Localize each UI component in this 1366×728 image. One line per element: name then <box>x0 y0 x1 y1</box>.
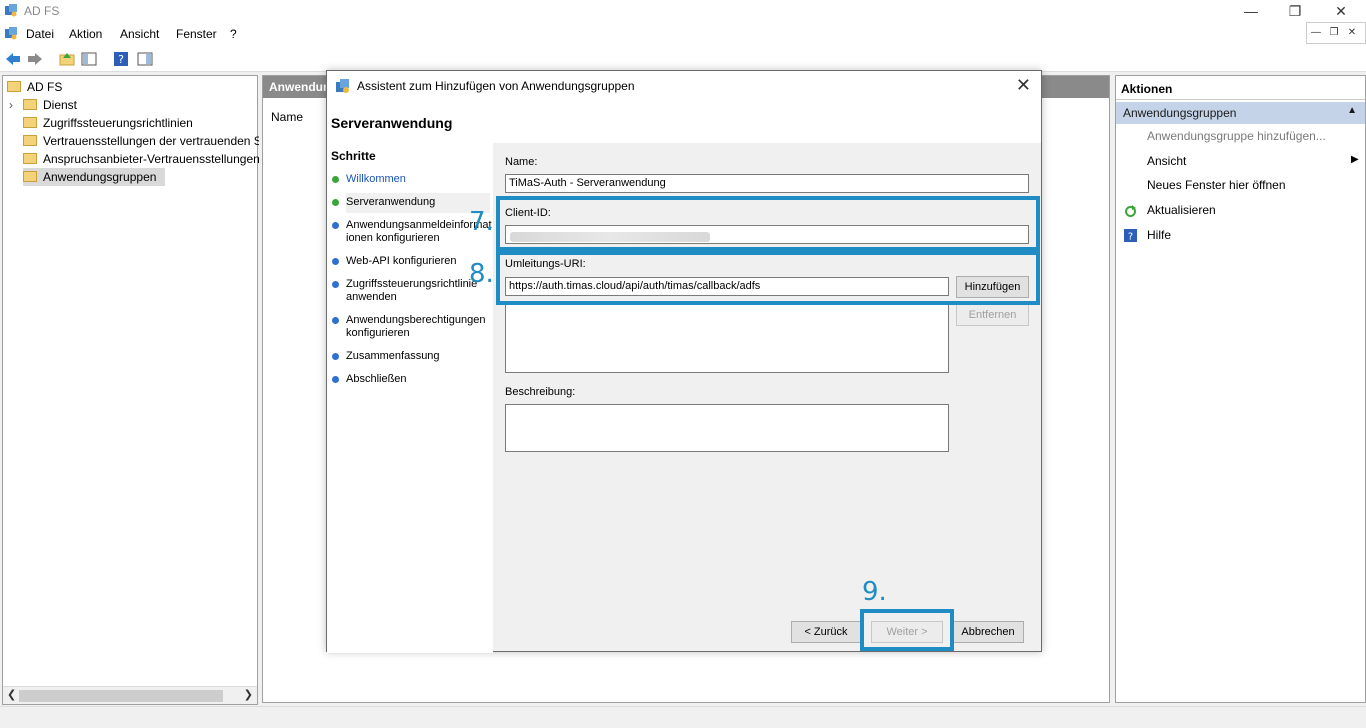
annotation-step-8: 8. <box>469 259 494 289</box>
collapse-triangle-icon[interactable]: ▲ <box>1347 105 1357 116</box>
action-help[interactable]: Hilfe <box>1147 228 1171 242</box>
actions-section-anwendungsgruppen[interactable]: Anwendungsgruppen ▲ <box>1116 102 1365 124</box>
menu-ansicht[interactable]: Ansicht <box>120 27 159 41</box>
highlight-redirect-uri <box>496 251 1040 305</box>
mdi-close-button[interactable]: ✕ <box>1343 23 1361 43</box>
step-permissions: Anwendungsberechtigungen konfigurieren <box>332 314 490 340</box>
back-arrow-icon[interactable] <box>4 50 22 68</box>
folder-icon <box>23 135 37 147</box>
step-pending-dot-icon <box>332 281 339 288</box>
tree-item-anspruchsanbieter[interactable]: Anspruchsanbieter-Vertrauensstellungen <box>23 150 259 168</box>
folder-icon <box>23 99 37 111</box>
name-input[interactable]: TiMaS-Auth - Serveranwendung <box>505 174 1029 193</box>
folder-icon <box>23 117 37 129</box>
console-tree: AD FS › Dienst Zugriffssteuerungsrichtlin… <box>2 75 259 705</box>
dialog-close-icon[interactable]: ✕ <box>1016 75 1031 96</box>
tree-item-adfs[interactable]: AD FS <box>7 78 62 96</box>
title-bar: AD FS — ❐ ✕ <box>0 0 1366 22</box>
cancel-button[interactable]: Abbrechen <box>952 621 1024 643</box>
highlight-client-id <box>496 196 1040 251</box>
svg-text:?: ? <box>1128 232 1133 243</box>
folder-icon <box>23 171 37 183</box>
help-icon[interactable]: ? <box>112 50 130 68</box>
tree-item-anwendungsgruppen[interactable]: Anwendungsgruppen <box>23 168 165 186</box>
actions-header: Aktionen <box>1116 76 1365 100</box>
back-button[interactable]: < Zurück <box>791 621 861 643</box>
expand-chevron-icon[interactable]: › <box>9 96 23 114</box>
forward-arrow-icon[interactable] <box>26 50 44 68</box>
step-finish: Abschließen <box>332 373 490 386</box>
restore-button[interactable]: ❐ <box>1272 1 1318 21</box>
steps-header: Schritte <box>331 149 376 163</box>
annotation-step-7: 7. <box>469 207 494 237</box>
action-new-window[interactable]: Neues Fenster hier öffnen <box>1147 178 1286 192</box>
mdi-controls: — ❐ ✕ <box>1306 22 1366 44</box>
menu-help[interactable]: ? <box>230 27 237 41</box>
scroll-thumb[interactable] <box>19 690 223 702</box>
step-pending-dot-icon <box>332 317 339 324</box>
tree-item-dienst[interactable]: › Dienst <box>9 96 77 114</box>
show-hide-tree-icon[interactable] <box>80 50 98 68</box>
refresh-icon <box>1125 205 1136 217</box>
wizard-page-heading: Serveranwendung <box>331 115 453 131</box>
redirect-uri-list[interactable] <box>505 303 949 373</box>
scroll-left-icon[interactable]: ❮ <box>7 688 16 701</box>
column-header-name[interactable]: Name <box>271 110 303 124</box>
adfs-menu-icon[interactable] <box>4 26 18 40</box>
menu-fenster[interactable]: Fenster <box>176 27 217 41</box>
status-bar <box>0 706 1366 728</box>
wizard-icon <box>336 79 349 93</box>
add-application-group-wizard: Assistent zum Hinzufügen von Anwendungsg… <box>326 70 1042 653</box>
highlight-next-button <box>860 609 954 651</box>
step-pending-dot-icon <box>332 222 339 229</box>
step-pending-dot-icon <box>332 376 339 383</box>
mdi-restore-button[interactable]: ❐ <box>1325 23 1343 43</box>
minimize-button[interactable]: — <box>1228 1 1274 21</box>
adfs-app-icon <box>5 4 17 17</box>
step-summary: Zusammenfassung <box>332 350 490 363</box>
folder-icon <box>7 81 21 93</box>
action-pane-icon[interactable] <box>136 50 154 68</box>
menu-aktion[interactable]: Aktion <box>69 27 102 41</box>
menu-bar: Datei Aktion Ansicht Fenster ? <box>0 22 1366 46</box>
svg-text:?: ? <box>118 53 124 66</box>
menu-datei[interactable]: Datei <box>26 27 54 41</box>
actions-pane: Aktionen Anwendungsgruppen ▲ Anwendungsg… <box>1115 75 1366 703</box>
tree-item-zugriffssteuerungsrichtlinien[interactable]: Zugriffssteuerungsrichtlinien <box>23 114 259 132</box>
scroll-right-icon[interactable]: ❯ <box>244 688 253 701</box>
mdi-minimize-button[interactable]: — <box>1307 23 1325 43</box>
window-title: AD FS <box>24 4 60 18</box>
help-icon: ? <box>1124 229 1137 242</box>
step-current-dot-icon <box>332 199 339 206</box>
close-button[interactable]: ✕ <box>1318 1 1364 21</box>
folder-icon <box>23 153 37 165</box>
tree-horizontal-scrollbar[interactable]: ❮ ❯ <box>3 686 257 704</box>
submenu-arrow-icon: ▶ <box>1351 154 1359 165</box>
dialog-title: Assistent zum Hinzufügen von Anwendungsg… <box>357 79 635 93</box>
step-pending-dot-icon <box>332 353 339 360</box>
step-pending-dot-icon <box>332 258 339 265</box>
tree-item-vertrauende-seite[interactable]: Vertrauensstellungen der vertrauenden S <box>23 132 259 150</box>
annotation-step-9: 9. <box>862 577 887 607</box>
description-input[interactable] <box>505 404 949 452</box>
step-done-dot-icon <box>332 176 339 183</box>
action-refresh[interactable]: Aktualisieren <box>1147 203 1216 217</box>
action-add-application-group[interactable]: Anwendungsgruppe hinzufügen... <box>1147 129 1326 143</box>
description-label: Beschreibung: <box>505 386 576 398</box>
step-willkommen: Willkommen <box>332 173 490 186</box>
up-folder-icon[interactable] <box>58 50 76 68</box>
remove-uri-button[interactable]: Entfernen <box>956 304 1029 326</box>
action-ansicht[interactable]: Ansicht ▶ <box>1147 154 1359 168</box>
name-label: Name: <box>505 156 538 168</box>
toolbar: ? <box>0 46 1366 72</box>
